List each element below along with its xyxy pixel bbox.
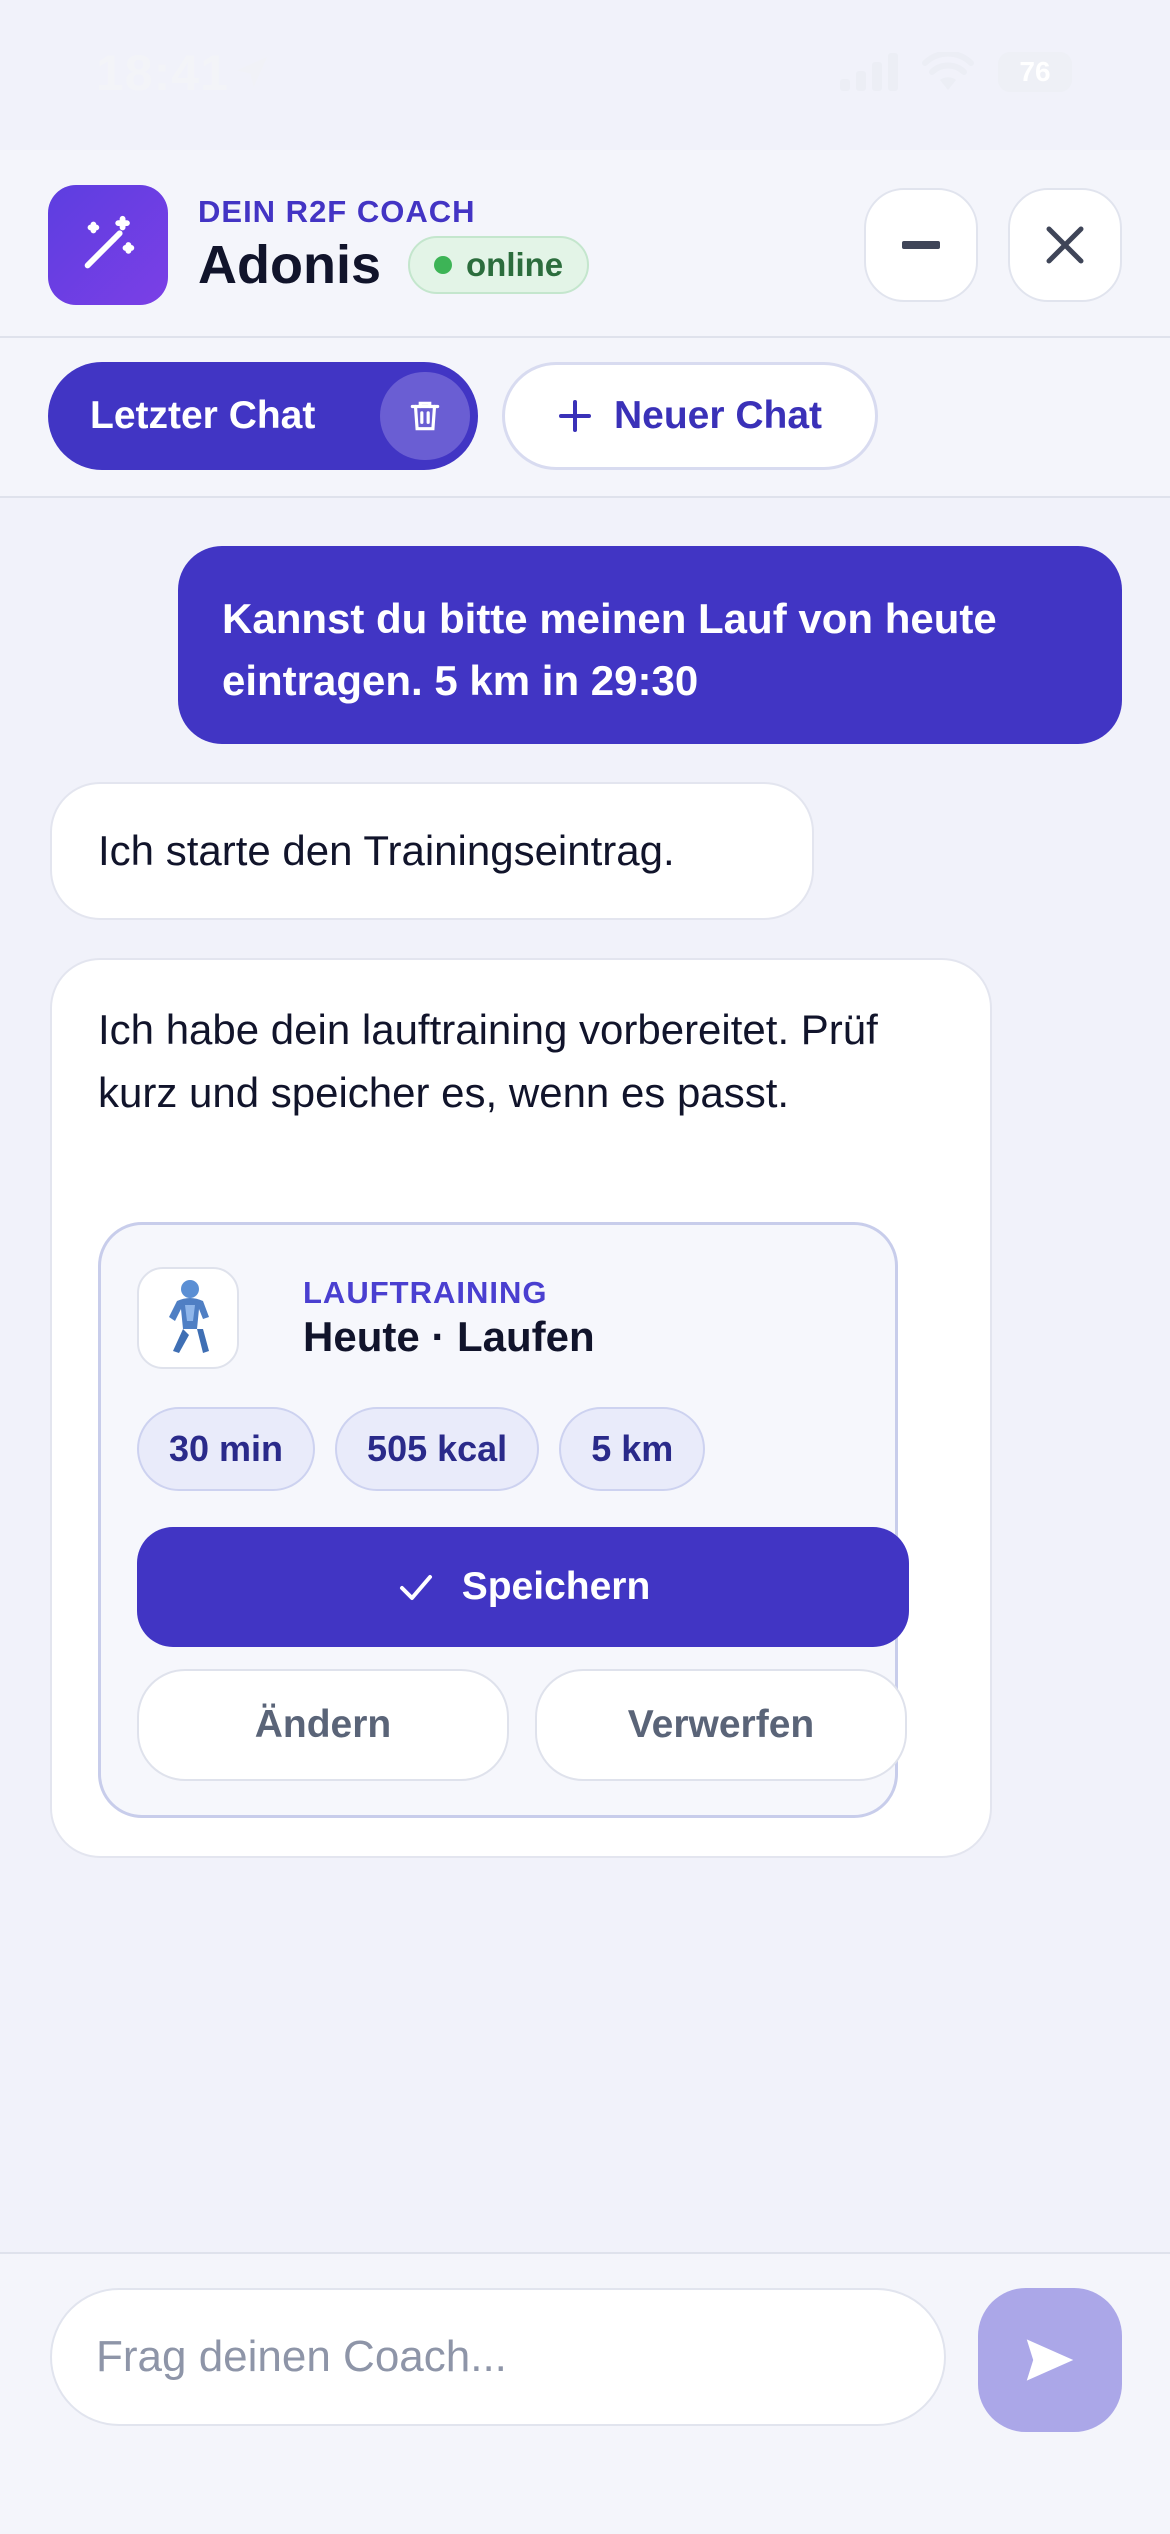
coach-message-with-card: Ich habe dein lauftraining vorbereitet. … xyxy=(50,958,992,1858)
message-composer xyxy=(0,2252,1170,2534)
user-message: Kannst du bitte meinen Lauf von heute ei… xyxy=(178,546,1122,744)
runner-icon xyxy=(137,1267,239,1369)
status-badge: online xyxy=(408,236,590,294)
online-dot-icon xyxy=(434,256,452,274)
new-chat-button[interactable]: Neuer Chat xyxy=(502,362,878,470)
wifi-icon xyxy=(922,52,974,90)
tab-last-chat[interactable]: Letzter Chat xyxy=(48,362,478,470)
status-time: 18:41 xyxy=(96,45,229,101)
chat-header: DEIN R2F COACH Adonis online xyxy=(0,150,1170,338)
close-icon xyxy=(1046,226,1084,264)
coach-name: Adonis xyxy=(198,235,381,295)
send-icon xyxy=(1026,2339,1074,2381)
signal-icon xyxy=(840,53,898,91)
calories-chip: 505 kcal xyxy=(335,1407,540,1491)
status-badge-label: online xyxy=(466,246,564,283)
check-icon xyxy=(399,1575,432,1600)
coach-message-text: Ich starte den Trainingseintrag. xyxy=(98,827,675,874)
distance-chip: 5 km xyxy=(559,1407,706,1491)
trash-icon xyxy=(410,401,440,431)
save-button[interactable]: Speichern xyxy=(137,1527,909,1647)
delete-chat-button[interactable] xyxy=(380,372,470,460)
magic-wand-icon xyxy=(48,185,168,305)
tab-last-chat-label: Letzter Chat xyxy=(90,394,316,437)
location-arrow-icon xyxy=(232,52,272,97)
coach-kicker: DEIN R2F COACH xyxy=(198,194,476,229)
close-button[interactable] xyxy=(1008,188,1122,302)
plus-icon xyxy=(558,400,591,432)
chat-tabs: Letzter Chat Neuer Chat xyxy=(0,338,1170,498)
save-button-label: Speichern xyxy=(461,1565,651,1608)
workout-card: LAUFTRAINING Heute · Laufen 30 min 505 k… xyxy=(98,1222,909,1818)
workout-kicker: LAUFTRAINING xyxy=(303,1275,548,1310)
send-button[interactable] xyxy=(978,2288,1122,2432)
minimize-button[interactable] xyxy=(864,188,978,302)
battery-indicator: 76 xyxy=(998,52,1072,92)
status-indicators: 76 xyxy=(840,52,1072,92)
coach-message: Ich starte den Trainingseintrag. xyxy=(50,782,814,920)
message-input[interactable] xyxy=(50,2288,946,2426)
minus-icon xyxy=(902,241,940,249)
duration-chip: 30 min xyxy=(137,1407,316,1491)
new-chat-label: Neuer Chat xyxy=(613,394,823,437)
coach-message-text: Ich habe dein lauftraining vorbereitet. … xyxy=(98,1006,878,1116)
workout-stats: 30 min 505 kcal 5 km xyxy=(137,1407,706,1491)
status-bar: 18:41 76 xyxy=(0,0,1170,150)
workout-title: Heute · Laufen xyxy=(303,1313,595,1360)
edit-button[interactable]: Ändern xyxy=(137,1669,509,1781)
discard-button[interactable]: Verwerfen xyxy=(535,1669,907,1781)
